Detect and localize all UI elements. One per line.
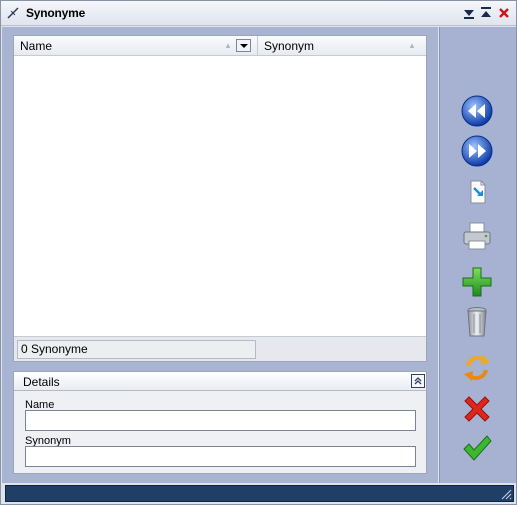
grid-header: Name ▲ Synonym ▲ [14,36,426,56]
print-button[interactable] [460,219,494,253]
delete-icon [467,307,487,337]
refresh-button[interactable] [460,351,494,385]
synonym-grid[interactable]: Name ▲ Synonym ▲ 0 Synonyme [13,35,427,362]
confirm-icon [463,435,492,461]
status-bar [5,485,514,502]
details-title: Details [23,375,60,389]
minimize-down-icon[interactable] [462,6,476,20]
details-header[interactable]: Details [14,372,426,391]
column-header-synonym[interactable]: Synonym ▲ [258,36,426,56]
cancel-button[interactable] [460,392,494,426]
first-record-button[interactable] [460,94,494,128]
add-icon [462,267,492,297]
pen-icon [7,7,19,19]
resize-grip-icon[interactable] [499,487,512,500]
record-count: 0 Synonyme [17,340,256,359]
window-title: Synonyme [26,6,86,20]
print-icon [463,222,491,250]
last-record-icon [461,135,493,167]
delete-button[interactable] [460,305,494,339]
details-panel: Details Name Synonym [13,371,427,474]
title-bar: Synonyme [1,1,516,26]
cancel-icon [464,396,490,422]
filter-dropdown-button[interactable] [236,39,251,52]
maximize-up-icon[interactable] [479,6,493,20]
action-toolbar [439,27,516,483]
sort-indicator-icon: ▲ [224,41,232,50]
sort-indicator-icon: ▲ [408,41,416,50]
name-field[interactable] [25,410,416,431]
export-button[interactable] [460,175,494,209]
first-record-icon [461,95,493,127]
collapse-icon[interactable] [411,374,425,388]
export-icon [470,180,486,204]
add-button[interactable] [460,265,494,299]
synonyme-window: Synonyme Name ▲ Synonym ▲ 0 Synonyme Det… [0,0,517,505]
column-header-name-label: Name [20,39,53,53]
grid-footer: 0 Synonyme [14,336,426,361]
last-record-button[interactable] [460,134,494,168]
synonym-field[interactable] [25,446,416,467]
column-header-synonym-label: Synonym [264,39,315,53]
refresh-icon [464,355,490,381]
close-icon[interactable] [497,6,511,20]
confirm-button[interactable] [460,431,494,465]
column-header-name[interactable]: Name ▲ [14,36,258,56]
